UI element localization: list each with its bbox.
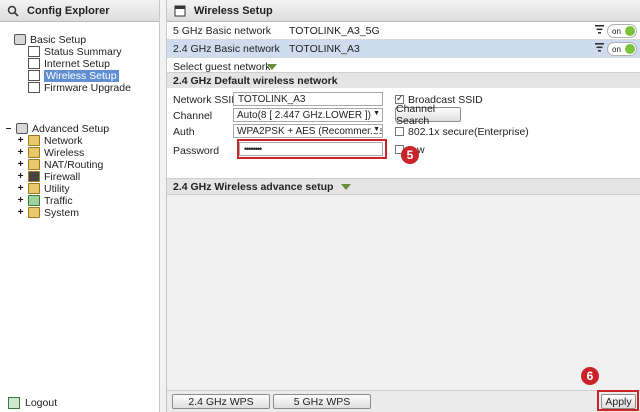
page-icon xyxy=(28,82,40,93)
channel-search-button[interactable]: Channel Search xyxy=(395,103,461,127)
folder-icon xyxy=(28,159,40,170)
default-network-section-header: 2.4 GHz Default wireless network xyxy=(167,72,640,89)
chevron-down-icon: ▼ xyxy=(373,110,380,117)
toggle-on-indicator xyxy=(625,44,635,54)
auth-value: WPA2PSK + AES (Recommended) xyxy=(237,125,383,137)
folder-icon xyxy=(28,207,40,218)
advance-setup-section-title: 2.4 GHz Wireless advance setup xyxy=(173,180,334,193)
chevron-down-icon[interactable] xyxy=(267,64,277,70)
tree-item-label: NAT/Routing xyxy=(44,158,104,171)
expand-icon[interactable]: + xyxy=(16,195,25,206)
tree-basic-setup-label: Basic Setup xyxy=(30,33,87,46)
channel-label: Channel xyxy=(173,110,213,122)
tree-item-label: Traffic xyxy=(44,194,73,207)
channel-select[interactable]: Auto(8 [ 2.447 GHz.LOWER ]) ▼ xyxy=(233,108,383,122)
advance-setup-section-header[interactable]: 2.4 GHz Wireless advance setup xyxy=(167,178,640,195)
network-ssid: TOTOLINK_A3 xyxy=(289,42,360,55)
password-label: Password xyxy=(173,145,220,157)
network-row-24ghz[interactable]: 2.4 GHz Basic network TOTOLINK_A3 on xyxy=(167,40,640,58)
tree-item-label: Network xyxy=(44,134,83,147)
tree-item-label: Internet Setup xyxy=(44,57,110,70)
config-explorer-title: Config Explorer xyxy=(27,4,110,17)
ssid-label: Network SSID xyxy=(173,94,239,106)
chevron-down-icon[interactable] xyxy=(341,183,352,190)
wireless-setup-header: Wireless Setup xyxy=(167,0,640,22)
toggle-label: on xyxy=(612,26,621,36)
network-name: 2.4 GHz Basic network xyxy=(173,42,280,55)
config-explorer-header: Config Explorer xyxy=(0,0,159,22)
expand-icon[interactable]: + xyxy=(16,171,25,182)
default-network-section-title: 2.4 GHz Default wireless network xyxy=(173,74,338,87)
expand-icon[interactable]: + xyxy=(16,207,25,218)
toggle-label: on xyxy=(612,44,621,54)
auth-select[interactable]: WPA2PSK + AES (Recommended) ▼ xyxy=(233,124,383,138)
tree-item-label: Firewall xyxy=(44,170,81,183)
chevron-down-icon: ▼ xyxy=(371,126,380,133)
network-name: 5 GHz Basic network xyxy=(173,24,272,37)
tree-item-label: Utility xyxy=(44,182,70,195)
step-6-badge: 6 xyxy=(581,367,599,385)
network-row-5ghz[interactable]: 5 GHz Basic network TOTOLINK_A3_5G on xyxy=(167,22,640,40)
network-toggle[interactable]: on xyxy=(607,24,637,38)
expand-icon[interactable]: + xyxy=(16,147,25,158)
page-icon xyxy=(28,58,40,69)
channel-value: Auto(8 [ 2.447 GHz.LOWER ]) xyxy=(237,109,371,121)
tree-item-firmware-upgrade[interactable]: Firmware Upgrade xyxy=(28,81,131,94)
enterprise-label: 802.1x secure(Enterprise) xyxy=(408,126,529,138)
tree-item-system[interactable]: + System xyxy=(16,206,79,219)
collapse-icon[interactable]: – xyxy=(4,123,13,134)
guest-network-label: Select guest network xyxy=(173,60,271,73)
wps-5ghz-button[interactable]: 5 GHz WPS xyxy=(273,394,371,409)
filter-icon[interactable] xyxy=(595,25,604,37)
tree-item-label: Wireless xyxy=(44,146,85,159)
logout-label: Logout xyxy=(25,397,58,409)
filter-icon[interactable] xyxy=(595,43,604,55)
enterprise-checkbox[interactable] xyxy=(395,127,404,136)
expand-icon[interactable]: + xyxy=(16,183,25,194)
page-icon xyxy=(28,46,40,57)
tree-item-label: Status Summary xyxy=(44,45,122,58)
wifi-icon xyxy=(28,70,40,81)
toggle-on-indicator xyxy=(625,26,635,36)
lock-icon xyxy=(28,171,40,182)
gear-icon xyxy=(16,123,28,134)
network-toggle[interactable]: on xyxy=(607,42,637,56)
step-5-badge: 5 xyxy=(401,146,419,164)
config-explorer-panel: Config Explorer Basic Setup Status Summa… xyxy=(0,0,160,412)
logout-icon xyxy=(8,397,20,409)
window-icon xyxy=(173,4,187,18)
ssid-input[interactable]: TOTOLINK_A3 xyxy=(233,92,383,106)
wireless-setup-panel: Wireless Setup 5 GHz Basic network TOTOL… xyxy=(166,0,640,412)
tree-item-label-selected: Wireless Setup xyxy=(44,69,119,82)
network-ssid: TOTOLINK_A3_5G xyxy=(289,24,380,37)
tree-item-label: Firmware Upgrade xyxy=(44,81,131,94)
apply-button[interactable]: Apply xyxy=(601,394,636,409)
gear-icon xyxy=(14,34,26,45)
chart-icon xyxy=(28,195,40,206)
tree-item-label: System xyxy=(44,206,80,219)
wps-24ghz-button[interactable]: 2.4 GHz WPS xyxy=(172,394,270,409)
password-highlight-box xyxy=(237,139,387,159)
logout-link[interactable]: Logout xyxy=(8,397,57,409)
auth-label: Auth xyxy=(173,126,195,138)
expand-icon[interactable]: + xyxy=(16,159,25,170)
folder-icon xyxy=(28,183,40,194)
folder-icon xyxy=(28,135,40,146)
tree-advanced-setup-label: Advanced Setup xyxy=(32,122,110,135)
wireless-setup-title: Wireless Setup xyxy=(194,4,273,17)
default-network-form: Network SSID TOTOLINK_A3 Broadcast SSID … xyxy=(167,88,640,178)
expand-icon[interactable]: + xyxy=(16,135,25,146)
folder-icon xyxy=(28,147,40,158)
search-icon xyxy=(6,4,20,18)
